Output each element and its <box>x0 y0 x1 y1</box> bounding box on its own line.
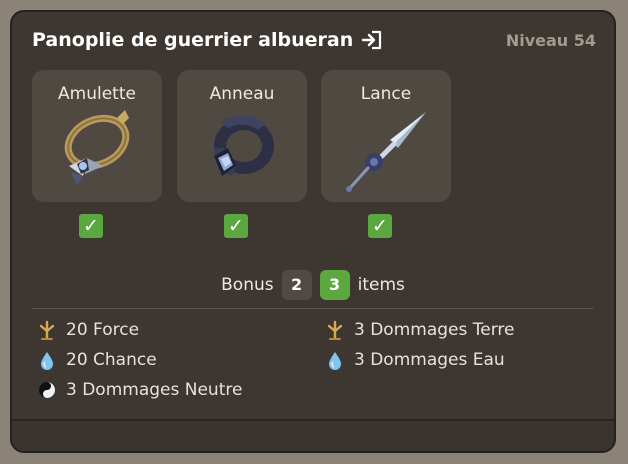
item-label: Lance <box>360 84 412 104</box>
panel-footer <box>12 419 614 451</box>
enter-icon[interactable] <box>361 30 383 50</box>
set-level: Niveau 54 <box>505 31 596 50</box>
set-title: Panoplie de guerrier albueran <box>32 29 383 51</box>
stat-text: 20 Force <box>66 320 140 340</box>
equipped-check-icon: ✓ <box>79 214 103 238</box>
stat-chance: 20 Chance <box>36 349 157 371</box>
bonus-option-3[interactable]: 3 <box>319 270 350 300</box>
item-set-panel: Panoplie de guerrier albueran Niveau 54 … <box>10 10 616 453</box>
set-title-text: Panoplie de guerrier albueran <box>32 29 354 51</box>
stat-text: 20 Chance <box>66 350 157 370</box>
water-element-icon <box>324 349 346 371</box>
item-card-amulette[interactable]: Amulette <box>32 70 162 202</box>
stat-dommages-neutre: 3 Dommages Neutre <box>36 379 242 401</box>
earth-element-icon <box>36 319 58 341</box>
stat-text: 3 Dommages Neutre <box>66 380 243 400</box>
bonus-option-2[interactable]: 2 <box>281 270 312 300</box>
equipped-check-icon: ✓ <box>224 214 248 238</box>
stat-force: 20 Force <box>36 319 139 341</box>
stat-dommages-terre: 3 Dommages Terre <box>324 319 514 341</box>
item-label: Amulette <box>58 84 136 104</box>
item-card-lance[interactable]: Lance <box>321 70 451 202</box>
neutral-element-icon <box>36 379 58 401</box>
stat-dommages-eau: 3 Dommages Eau <box>324 349 505 371</box>
ring-icon <box>192 108 292 198</box>
earth-element-icon <box>324 319 346 341</box>
equipped-check-icon: ✓ <box>368 214 392 238</box>
water-element-icon <box>36 349 58 371</box>
stat-text: 3 Dommages Terre <box>354 320 515 340</box>
amulet-icon <box>47 108 147 198</box>
divider <box>32 308 594 309</box>
bonus-selector: Bonus 2 3 items <box>12 270 614 300</box>
item-label: Anneau <box>209 84 275 104</box>
stat-text: 3 Dommages Eau <box>354 350 505 370</box>
bonus-suffix: items <box>357 275 405 295</box>
item-card-anneau[interactable]: Anneau <box>177 70 307 202</box>
spear-icon <box>336 108 436 198</box>
bonus-label: Bonus <box>221 275 274 295</box>
